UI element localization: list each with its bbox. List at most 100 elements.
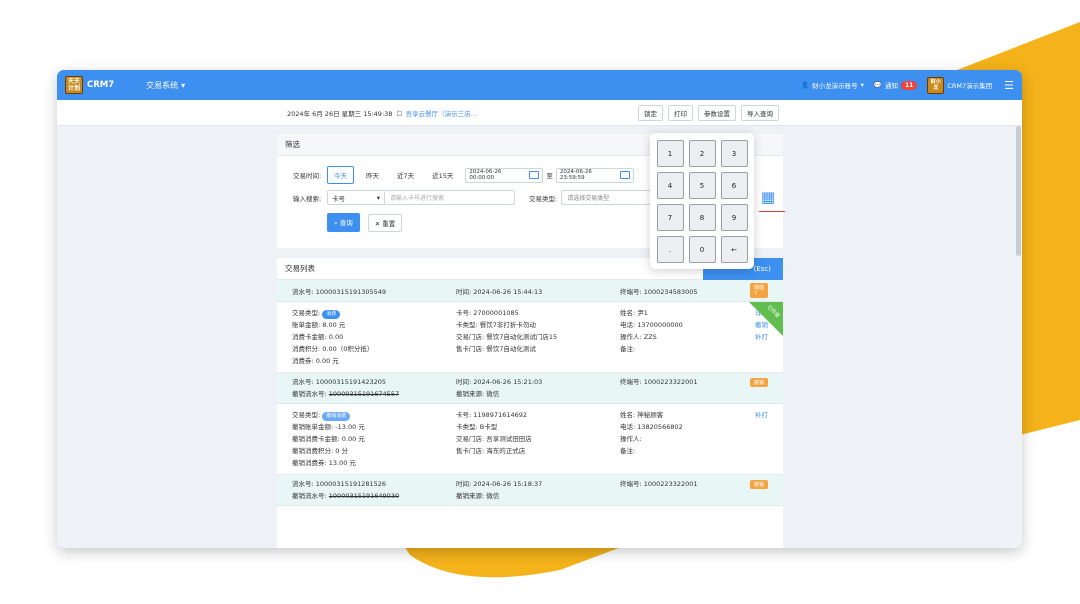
field-value: 备注: (620, 447, 636, 455)
key-5[interactable]: 5 (688, 172, 716, 199)
avatar: 财小 龙 (927, 76, 945, 94)
field-value: 卡类型: B卡型 (456, 423, 498, 431)
date-from-input[interactable]: 2024-06-26 00:00:00 (465, 167, 544, 183)
field-value: 卡类型: 餐饮7非打折卡勿动 (456, 321, 536, 329)
field-value: 账单金额: 8.00 元 (292, 321, 346, 329)
revoke-serial-label: 撤销流水号: (292, 390, 327, 398)
field-value: 操作人: ZZS (620, 333, 657, 341)
date-to-input[interactable]: 2024-06-26 23:59:59 (555, 167, 634, 183)
list-title: 交易列表 (285, 264, 315, 273)
field-value: 操作人: (620, 435, 642, 443)
record-detail: 交易类型: 消费 账单金额: 8.00 元 消费卡金额: 0.00 消费积分: … (277, 302, 783, 373)
key-dot[interactable]: . (656, 236, 684, 263)
query-button[interactable]: ⌕ 查询 (327, 213, 360, 232)
key-0[interactable]: 0 (688, 236, 716, 263)
key-6[interactable]: 6 (720, 172, 748, 199)
record-detail: 交易类型: 撤销消费 撤销账单金额: -13.00 元 撤销消费卡金额: 0.0… (277, 404, 783, 475)
system-menu-label: 交易系统 (146, 80, 179, 90)
revoke-source: 撤销来源: 微信 (456, 492, 500, 500)
trade-type-label: 交易类型: (529, 194, 558, 203)
message-icon: 💬 (873, 81, 882, 89)
key-2[interactable]: 2 (688, 140, 716, 167)
chevron-down-icon: ▾ (376, 193, 380, 202)
field-value: 售卡门店: 餐饮7自动化测试 (456, 345, 536, 353)
chip-yesterday[interactable]: 昨天 (360, 167, 385, 183)
store-selector[interactable]: 吾享云餐厅（演示三店... (406, 108, 477, 118)
account-name: 财小龙演示账号 (812, 82, 858, 90)
trade-type-select[interactable]: 请选择交易类型 (561, 190, 652, 205)
import-query-button[interactable]: 导入查询 (741, 104, 779, 121)
key-backspace[interactable]: ← (720, 236, 748, 263)
trade-type-placeholder: 请选择交易类型 (567, 195, 610, 202)
terminal-number: 终端号: 1000223322001 (620, 378, 698, 386)
time-label: 交易时间: (293, 172, 322, 180)
terminal-number: 终端号: 1000223322001 (620, 480, 698, 488)
field-value: 电话: 13700000000 (620, 321, 683, 329)
status-badge: 储值7 (750, 283, 768, 298)
table-row[interactable]: 流水号: 10000315191281526 撤销流水号: 10000315191… (277, 475, 783, 506)
search-type-value: 卡号 (332, 194, 345, 203)
key-7[interactable]: 7 (656, 204, 684, 231)
menu-icon[interactable]: ☰ (1004, 79, 1014, 92)
settings-button[interactable]: 参数设置 (698, 104, 736, 121)
revoke-source: 撤销来源: 微信 (456, 390, 500, 398)
field-value: 消费卡金额: 0.00 (292, 333, 344, 341)
reset-button[interactable]: ✕ 重置 (367, 213, 403, 232)
notification-button[interactable]: 💬 通知 11 (873, 80, 918, 90)
field-value: 卡号: 1198971614692 (456, 411, 528, 419)
key-1[interactable]: 1 (656, 140, 684, 167)
lock-button[interactable]: 锁定 (638, 104, 663, 121)
calendar-icon (619, 171, 630, 179)
field-value: 撤销消费券: 13.00 元 (292, 459, 356, 467)
reprint-link[interactable]: 补打 (755, 409, 768, 421)
field-value: 售卡门店: 海东的正式店 (456, 447, 526, 455)
revoke-serial-label: 撤销流水号: (292, 492, 327, 500)
account-menu[interactable]: 👤 财小龙演示账号 ▾ (801, 80, 864, 90)
key-3[interactable]: 3 (720, 140, 748, 167)
serial-number: 流水号: 10000315191305549 (292, 287, 387, 296)
field-value: 卡号: 27000001085 (456, 309, 519, 317)
print-button[interactable]: 打印 (668, 104, 693, 121)
field-label: 交易类型: (292, 411, 321, 419)
field-value: 消费券: 0.00 元 (292, 357, 339, 365)
trade-type-pill: 消费 (322, 310, 341, 319)
revoke-serial-number: 10000315191649030 (328, 492, 400, 500)
reset-label: 重置 (382, 219, 396, 228)
key-4[interactable]: 4 (656, 172, 684, 199)
transaction-list: 交易列表 (Esc) 流水号: 10000315191305549 时间: 20… (277, 258, 783, 548)
table-row[interactable]: 流水号: 10000315191423205 撤销流水号: 10000315191… (277, 373, 783, 404)
chip-15days[interactable]: 近15天 (426, 167, 459, 183)
search-type-select[interactable]: 卡号 ▾ (327, 190, 385, 205)
system-menu[interactable]: 交易系统 ▾ (146, 80, 185, 91)
chip-7days[interactable]: 近7天 (391, 167, 420, 183)
serial-number: 流水号: 10000315191423205 (292, 378, 387, 386)
top-navbar: 天天 计划 CRM7 交易系统 ▾ 👤 财小龙演示账号 ▾ 💬 通知 11 财小… (57, 70, 1022, 100)
field-value: 消费积分: 0.00（0积分抵） (292, 345, 374, 353)
search-label: 输入搜索: (293, 194, 322, 203)
table-row[interactable]: 流水号: 10000315191305549 时间: 2024-06-26 15… (277, 280, 783, 302)
date-to-value: 2024-06-26 23:59:59 (559, 169, 592, 181)
keyboard-underline (759, 211, 785, 212)
status-bar: 2024年 6月 26日 星期三 15:49:38 ▢ 吾享云餐厅（演示三店..… (57, 100, 1022, 126)
brand-logo: 天天 计划 (65, 76, 83, 94)
search-input[interactable]: 请输入卡号进行搜索 (385, 190, 515, 205)
chip-today[interactable]: 今天 (327, 166, 354, 184)
field-value: 姓名: 神秘顾客 (620, 411, 664, 419)
chevron-down-icon: ▾ (181, 80, 186, 90)
keyboard-icon[interactable]: ▦ (758, 187, 778, 207)
key-9[interactable]: 9 (720, 204, 748, 231)
field-value: 姓名: 尹1 (620, 309, 648, 317)
brand-name: CRM7 (87, 80, 115, 90)
org-menu[interactable]: 财小 龙 CRM7演示集团 (927, 76, 992, 94)
key-8[interactable]: 8 (688, 204, 716, 231)
store-icon: ▢ (396, 108, 403, 117)
numeric-keypad: 1 2 3 4 5 6 7 8 9 . 0 ← (650, 133, 754, 269)
revoke-serial-number: 10000315191674557 (328, 390, 400, 398)
trade-time: 时间: 2024-06-26 15:18:37 (456, 480, 543, 488)
field-value: 撤销账单金额: -13.00 元 (292, 423, 365, 431)
calendar-icon (529, 171, 540, 179)
scrollbar[interactable] (1016, 126, 1021, 256)
field-label: 交易类型: (292, 309, 321, 317)
trade-time: 时间: 2024-06-26 15:44:13 (456, 287, 543, 296)
query-label: 查询 (339, 219, 353, 227)
